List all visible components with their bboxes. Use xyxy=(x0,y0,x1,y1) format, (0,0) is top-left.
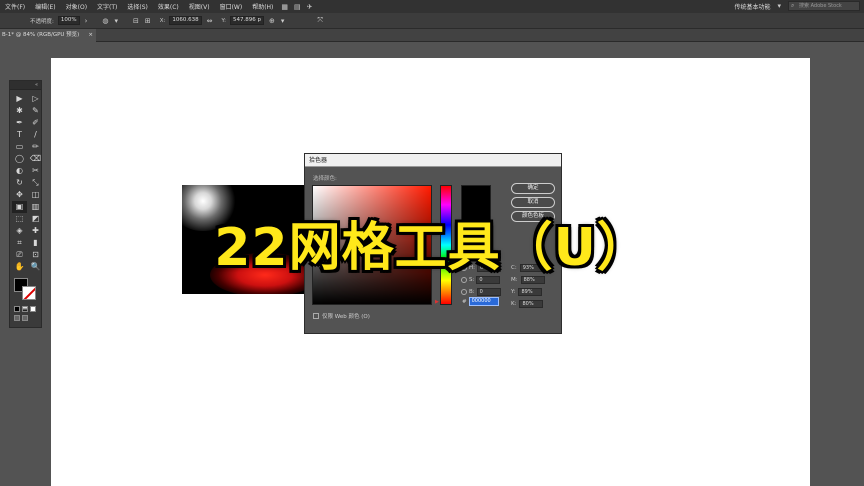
curvature-tool-icon[interactable]: ✐ xyxy=(28,117,43,129)
lasso-tool-icon[interactable]: ✎ xyxy=(28,105,43,117)
menu-select[interactable]: 选择(S) xyxy=(122,2,153,11)
color-mode-buttons xyxy=(10,303,41,312)
brightness-label: B: xyxy=(469,289,475,295)
recolor-icon[interactable]: ◍ xyxy=(102,17,108,25)
fill-stroke-swatches xyxy=(10,277,41,303)
opacity-field[interactable]: 100% xyxy=(57,16,80,25)
type-tool-icon[interactable]: T xyxy=(12,129,27,141)
stock-search-input[interactable]: 搜索 Adobe Stock xyxy=(788,1,860,11)
workspace-switcher[interactable]: 传统基本功能 xyxy=(734,2,770,11)
web-colors-only-checkbox[interactable] xyxy=(313,313,319,319)
menu-type[interactable]: 文字(T) xyxy=(92,2,122,11)
gradient-mode-icon[interactable] xyxy=(22,306,28,312)
close-icon[interactable]: × xyxy=(88,29,93,42)
chevron-right-icon[interactable]: › xyxy=(85,17,88,25)
align-icon[interactable]: ⊟ xyxy=(133,17,139,25)
brightness-field[interactable]: 0 xyxy=(476,288,501,296)
black-field[interactable]: 80% xyxy=(519,300,544,308)
menu-file[interactable]: 文件(F) xyxy=(0,2,30,11)
isolate-icon[interactable]: ⤧ xyxy=(317,16,323,25)
magic-wand-tool-icon[interactable]: ✱ xyxy=(12,105,27,117)
control-bar: 不透明度: 100% › ◍ ▾ ⊟ ⊞ X: 1060.638 ⇔ Y: 54… xyxy=(0,13,864,29)
menu-object[interactable]: 对象(O) xyxy=(61,2,92,11)
video-caption: 22网格工具（U） xyxy=(214,218,650,278)
direct-selection-tool-icon[interactable]: ▷ xyxy=(28,93,43,105)
gpu-icon[interactable]: ✈ xyxy=(304,3,316,11)
scissors-tool-icon[interactable]: ✂ xyxy=(28,165,43,177)
draw-mode-buttons xyxy=(10,312,41,321)
yellow-label: Y: xyxy=(511,289,516,295)
menu-view[interactable]: 视图(V) xyxy=(184,2,215,11)
brightness-radio[interactable] xyxy=(461,289,467,295)
dialog-title: 拾色器 xyxy=(305,154,561,167)
arrange-icon[interactable]: ▤ xyxy=(291,3,304,11)
panel-collapse-icon[interactable]: « xyxy=(10,81,41,90)
opacity-label: 不透明度: xyxy=(30,18,54,25)
select-color-label: 选择颜色: xyxy=(313,176,337,182)
align-vertical-icon[interactable]: ⊞ xyxy=(145,17,151,25)
none-mode-icon[interactable] xyxy=(30,306,36,312)
chevron-down-icon[interactable]: ▾ xyxy=(115,17,119,25)
menu-bar: 文件(F) 编辑(E) 对象(O) 文字(T) 选择(S) 效果(C) 视图(V… xyxy=(0,0,864,13)
web-colors-only-row: 仅限 Web 颜色 (O) xyxy=(313,312,370,320)
line-tool-icon[interactable]: / xyxy=(28,129,43,141)
tools-panel: « ▶ ▷ ✱ ✎ ✒ ✐ T / ▭ ✏ ◯ ⌫ ◐ ✂ ↻ ⤡ ✥ ◫ ▣ … xyxy=(9,80,42,328)
rotate-tool-icon[interactable]: ↻ xyxy=(12,177,27,189)
ok-button[interactable]: 确定 xyxy=(511,183,555,194)
transform-icon[interactable]: ⇔ xyxy=(207,17,213,25)
draw-mode-icon[interactable] xyxy=(14,315,20,321)
black-row: K: 80% xyxy=(511,300,544,308)
constrain-icon[interactable]: ⊕ xyxy=(269,17,275,25)
web-colors-only-label: 仅限 Web 颜色 (O) xyxy=(322,314,370,320)
pen-tool-icon[interactable]: ✒ xyxy=(12,117,27,129)
document-tab-bar: B-1* @ 84% (RGB/GPU 预览) × xyxy=(0,29,864,42)
chevron-down-icon[interactable]: ▾ xyxy=(774,2,784,10)
shaper-tool-icon[interactable]: ◐ xyxy=(12,165,27,177)
hex-row: # 000000 xyxy=(462,297,499,306)
yellow-row: Y: 89% xyxy=(511,288,543,296)
document-tab[interactable]: B-1* @ 84% (RGB/GPU 预览) × xyxy=(0,29,96,42)
pencil-tool-icon[interactable]: ✏ xyxy=(28,141,43,153)
y-label: Y: xyxy=(221,17,227,24)
document-tab-title: B-1* @ 84% (RGB/GPU 预览) xyxy=(2,32,80,38)
free-transform-tool-icon[interactable]: ✥ xyxy=(12,189,27,201)
menu-window[interactable]: 窗口(W) xyxy=(215,2,248,11)
bridge-icon[interactable]: ▦ xyxy=(278,3,291,11)
scale-tool-icon[interactable]: ⤡ xyxy=(28,177,43,189)
yellow-field[interactable]: 89% xyxy=(518,288,543,296)
brightness-row: B: 0 xyxy=(461,288,501,296)
rectangle-tool-icon[interactable]: ▭ xyxy=(12,141,27,153)
eraser-tool-icon[interactable]: ⌫ xyxy=(28,153,43,165)
menu-help[interactable]: 帮助(H) xyxy=(247,2,278,11)
chevron-down-icon[interactable]: ▾ xyxy=(281,17,285,25)
black-label: K: xyxy=(511,301,517,307)
selection-tool-icon[interactable]: ▶ xyxy=(12,93,27,105)
menu-edit[interactable]: 编辑(E) xyxy=(30,2,60,11)
hue-slider-marker-icon[interactable]: ▶ xyxy=(435,299,439,305)
menu-effect[interactable]: 效果(C) xyxy=(153,2,184,11)
screen-mode-icon[interactable] xyxy=(22,315,28,321)
x-label: X: xyxy=(159,17,166,24)
hex-label: # xyxy=(462,298,467,305)
stroke-swatch[interactable] xyxy=(22,286,36,300)
y-field[interactable]: 547.896 p xyxy=(230,16,264,25)
hex-field[interactable]: 000000 xyxy=(468,297,499,306)
color-mode-icon[interactable] xyxy=(14,306,20,312)
x-field[interactable]: 1060.638 xyxy=(169,16,202,25)
shape-builder-tool-icon[interactable]: ◫ xyxy=(28,189,43,201)
ellipse-tool-icon[interactable]: ◯ xyxy=(12,153,27,165)
